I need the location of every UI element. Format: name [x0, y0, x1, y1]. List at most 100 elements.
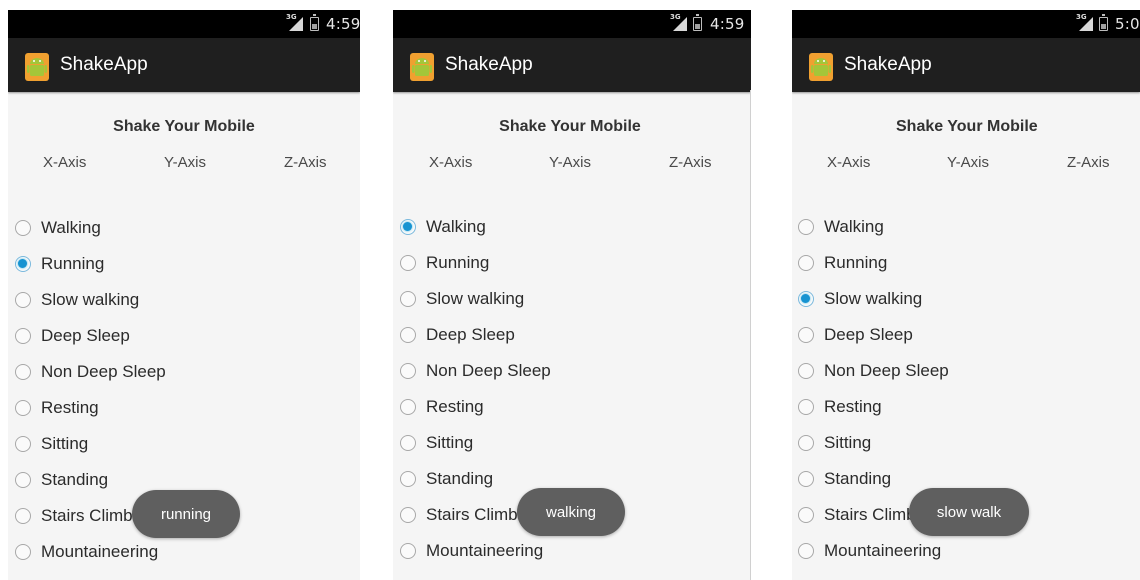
radio-label: Standing [41, 470, 109, 489]
y-axis-label: Y-Axis [947, 154, 989, 171]
radio-running[interactable]: Running [798, 245, 949, 281]
radio-button[interactable] [798, 471, 814, 487]
page-heading: Shake Your Mobile [896, 118, 1038, 135]
radio-walking[interactable]: Walking [15, 210, 166, 246]
radio-deep-sleep[interactable]: Deep Sleep [400, 317, 551, 353]
status-time: 4:59 [326, 15, 360, 33]
radio-button[interactable] [798, 255, 814, 271]
y-axis-label: Y-Axis [164, 154, 206, 171]
radio-label: Slow walking [426, 289, 525, 308]
radio-slow-walking[interactable]: Slow walking [798, 281, 949, 317]
radio-deep-sleep[interactable]: Deep Sleep [15, 318, 166, 354]
android-robot-icon [410, 53, 434, 81]
signal-icon: 3G [670, 13, 688, 32]
screen-2: 3G 4:59 ShakeApp Shake Your Mobile X-Axi… [393, 10, 751, 580]
radio-sitting[interactable]: Sitting [400, 425, 551, 461]
android-robot-icon [809, 53, 833, 81]
radio-mountaineering[interactable]: Mountaineering [15, 534, 166, 570]
radio-label: Resting [426, 397, 484, 416]
radio-button[interactable] [400, 471, 416, 487]
radio-button[interactable] [798, 399, 814, 415]
radio-mountaineering[interactable]: Mountaineering [798, 533, 949, 569]
screen-1: 3G 4:59 ShakeApp Shake Your Mobile X-Axi… [8, 10, 360, 580]
radio-deep-sleep[interactable]: Deep Sleep [798, 317, 949, 353]
radio-button[interactable] [400, 327, 416, 343]
radio-label: Walking [41, 218, 101, 237]
radio-button[interactable] [400, 399, 416, 415]
network-type: 3G [286, 13, 297, 21]
status-time: 4:59 [710, 15, 745, 33]
action-bar: ShakeApp [393, 38, 751, 92]
radio-walking[interactable]: Walking [798, 209, 949, 245]
app-title: ShakeApp [60, 54, 148, 75]
screen-3: 3G 5:00 ShakeApp Shake Your Mobile X-Axi… [792, 10, 1140, 580]
radio-label: Walking [426, 217, 486, 236]
radio-sitting[interactable]: Sitting [15, 426, 166, 462]
battery-icon [310, 14, 319, 31]
radio-resting[interactable]: Resting [400, 389, 551, 425]
radio-button[interactable] [798, 327, 814, 343]
radio-label: Running [426, 253, 490, 272]
radio-label: Non Deep Sleep [824, 361, 949, 380]
radio-label: Deep Sleep [426, 325, 515, 344]
radio-non-deep-sleep[interactable]: Non Deep Sleep [400, 353, 551, 389]
radio-label: Sitting [426, 433, 474, 452]
radio-button[interactable] [400, 219, 416, 235]
radio-label: Deep Sleep [41, 326, 130, 345]
radio-button[interactable] [798, 291, 814, 307]
radio-button[interactable] [15, 508, 31, 524]
app-title: ShakeApp [844, 54, 932, 75]
radio-button[interactable] [798, 543, 814, 559]
radio-mountaineering[interactable]: Mountaineering [400, 533, 551, 569]
radio-button[interactable] [15, 256, 31, 272]
radio-button[interactable] [15, 436, 31, 452]
radio-button[interactable] [798, 219, 814, 235]
radio-button[interactable] [400, 507, 416, 523]
radio-running[interactable]: Running [15, 246, 166, 282]
radio-non-deep-sleep[interactable]: Non Deep Sleep [15, 354, 166, 390]
page-heading: Shake Your Mobile [499, 118, 641, 135]
radio-button[interactable] [15, 472, 31, 488]
android-robot-icon [25, 53, 49, 81]
radio-button[interactable] [400, 255, 416, 271]
radio-button[interactable] [15, 400, 31, 416]
radio-resting[interactable]: Resting [798, 389, 949, 425]
action-bar: ShakeApp [792, 38, 1140, 92]
status-bar: 3G 4:59 [393, 10, 751, 38]
radio-button[interactable] [15, 544, 31, 560]
radio-label: Mountaineering [426, 541, 544, 560]
battery-icon [1099, 14, 1108, 31]
radio-button[interactable] [15, 364, 31, 380]
signal-icon: 3G [1076, 13, 1094, 32]
radio-button[interactable] [798, 363, 814, 379]
y-axis-label: Y-Axis [549, 154, 591, 171]
radio-running[interactable]: Running [400, 245, 551, 281]
z-axis-label: Z-Axis [284, 154, 327, 171]
radio-button[interactable] [15, 328, 31, 344]
radio-sitting[interactable]: Sitting [798, 425, 949, 461]
action-bar: ShakeApp [8, 38, 360, 92]
network-type: 3G [670, 13, 681, 21]
radio-button[interactable] [400, 543, 416, 559]
radio-label: Deep Sleep [824, 325, 913, 344]
radio-button[interactable] [15, 292, 31, 308]
radio-label: Resting [41, 398, 99, 417]
radio-button[interactable] [798, 507, 814, 523]
radio-non-deep-sleep[interactable]: Non Deep Sleep [798, 353, 949, 389]
battery-icon [693, 14, 702, 31]
toast-message: slow walk [909, 488, 1029, 536]
radio-label: Resting [824, 397, 882, 416]
radio-button[interactable] [400, 435, 416, 451]
radio-label: Non Deep Sleep [41, 362, 166, 381]
z-axis-label: Z-Axis [669, 154, 712, 171]
radio-slow-walking[interactable]: Slow walking [400, 281, 551, 317]
app-title: ShakeApp [445, 54, 533, 75]
radio-button[interactable] [400, 291, 416, 307]
radio-button[interactable] [400, 363, 416, 379]
radio-label: Running [41, 254, 105, 273]
radio-slow-walking[interactable]: Slow walking [15, 282, 166, 318]
radio-button[interactable] [798, 435, 814, 451]
radio-resting[interactable]: Resting [15, 390, 166, 426]
radio-walking[interactable]: Walking [400, 209, 551, 245]
radio-button[interactable] [15, 220, 31, 236]
